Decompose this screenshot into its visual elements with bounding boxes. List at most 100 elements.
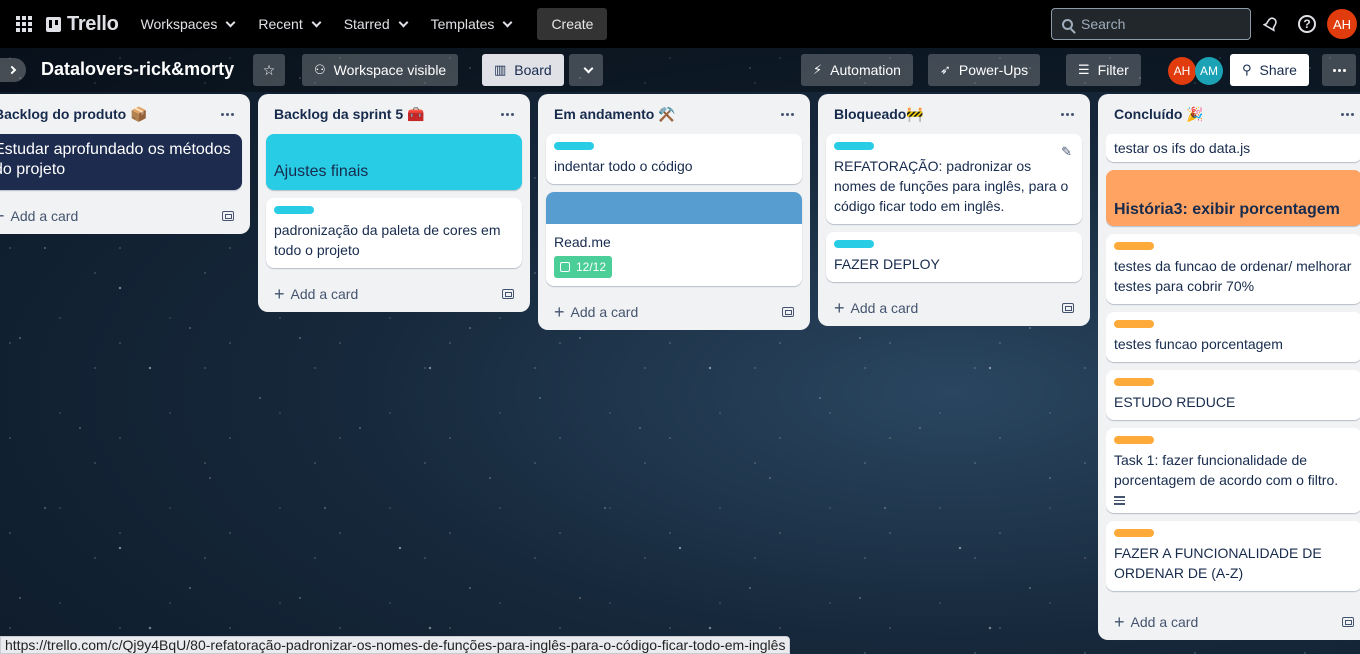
card-label[interactable] xyxy=(1114,528,1154,537)
card[interactable]: ESTUDO REDUCE xyxy=(1106,370,1360,420)
filter-button[interactable]: ☰ Filter xyxy=(1066,54,1141,86)
nav-recent[interactable]: Recent xyxy=(246,8,331,40)
list-title[interactable]: Backlog do produto 📦 xyxy=(0,106,148,123)
card-title: FAZER DEPLOY xyxy=(834,256,940,272)
plus-icon: + xyxy=(1114,612,1125,632)
card[interactable]: História3: exibir porcentagem xyxy=(1106,170,1360,226)
power-ups-button[interactable]: ➶ Power-Ups xyxy=(928,54,1041,86)
list-menu-icon[interactable] xyxy=(1061,112,1074,116)
card-template-icon[interactable] xyxy=(222,211,234,221)
card[interactable]: padronização da paleta de cores em todo … xyxy=(266,198,522,268)
checklist-icon xyxy=(560,262,570,272)
card-title: Read.me xyxy=(554,234,611,250)
card[interactable]: testes funcao porcentagem xyxy=(1106,312,1360,362)
list-concluido: Concluído 🎉 testar os ifs do data.js His… xyxy=(1098,94,1360,640)
list-menu-icon[interactable] xyxy=(221,112,234,116)
trello-logo[interactable]: Trello xyxy=(46,13,119,36)
add-card-button[interactable]: + Add a card xyxy=(826,290,1082,326)
list-menu-icon[interactable] xyxy=(501,112,514,116)
card-title: testes da funcao de ordenar/ melhorar te… xyxy=(1114,258,1352,294)
card-template-icon[interactable] xyxy=(782,307,794,317)
card-label[interactable] xyxy=(834,240,874,248)
card[interactable]: Estudar aprofundado os métodos do projet… xyxy=(0,134,242,190)
edit-pencil-icon[interactable]: ✎ xyxy=(1061,142,1072,162)
add-card-label: Add a card xyxy=(850,300,919,316)
card-template-icon[interactable] xyxy=(502,289,514,299)
card-title: FAZER A FUNCIONALIDADE DE ORDENAR DE (A-… xyxy=(1114,544,1322,581)
user-avatar[interactable]: AH xyxy=(1327,9,1357,39)
add-card-button[interactable]: + Add a card xyxy=(266,276,522,312)
add-card-button[interactable]: + Add a card xyxy=(546,294,802,330)
list-menu-icon[interactable] xyxy=(781,112,794,116)
board-view-label: Board xyxy=(514,62,552,78)
member-avatar[interactable]: AH xyxy=(1168,57,1196,85)
card-label[interactable] xyxy=(1114,378,1154,386)
chevron-down-icon xyxy=(583,63,593,73)
list-menu-icon[interactable] xyxy=(1341,112,1354,116)
card[interactable]: testes da funcao de ordenar/ melhorar te… xyxy=(1106,234,1360,304)
card-title: indentar todo o código xyxy=(554,158,693,174)
help-icon[interactable]: ? xyxy=(1295,12,1319,36)
member-avatar[interactable]: AM xyxy=(1195,57,1223,85)
list-title[interactable]: Bloqueado🚧 xyxy=(834,106,924,123)
trello-logo-icon xyxy=(46,16,61,32)
card-title: testar os ifs do data.js xyxy=(1114,140,1251,156)
search-input[interactable]: Search xyxy=(1051,8,1251,40)
card[interactable]: Task 1: fazer funcionalidade de porcenta… xyxy=(1106,428,1360,513)
app-switcher-icon[interactable] xyxy=(8,8,40,40)
card-template-icon[interactable] xyxy=(1342,617,1354,627)
create-button[interactable]: Create xyxy=(537,8,608,40)
list-title[interactable]: Backlog da sprint 5 🧰 xyxy=(274,106,424,123)
checklist-count: 12/12 xyxy=(576,260,607,274)
star-board-button[interactable]: ☆ xyxy=(253,54,285,86)
card-label[interactable] xyxy=(274,206,314,214)
list-bloqueado: Bloqueado🚧 ✎ REFATORAÇÃO: padronizar os … xyxy=(818,94,1090,326)
sidebar-expand-button[interactable] xyxy=(0,58,26,82)
nav-workspaces[interactable]: Workspaces xyxy=(129,8,247,40)
list-em-andamento: Em andamento ⚒️ indentar todo o código R… xyxy=(538,94,810,330)
board-view-button[interactable]: ▥ Board xyxy=(482,54,564,86)
add-card-button[interactable]: + Add a card xyxy=(0,198,242,234)
board-menu-button[interactable] xyxy=(1322,54,1356,86)
link-status-bar: https://trello.com/c/Qj9y4BqU/80-refator… xyxy=(0,636,791,654)
board-title[interactable]: Datalovers-rick&morty xyxy=(41,59,234,80)
add-card-label: Add a card xyxy=(290,286,359,302)
nav-starred-label: Starred xyxy=(343,16,390,32)
nav-starred[interactable]: Starred xyxy=(332,8,419,40)
chevron-down-icon xyxy=(225,17,236,27)
card[interactable]: ✎ REFATORAÇÃO: padronizar os nomes de fu… xyxy=(826,134,1082,224)
card[interactable]: testar os ifs do data.js xyxy=(1106,134,1360,162)
card-label[interactable] xyxy=(1114,436,1154,444)
nav-templates[interactable]: Templates xyxy=(419,8,524,40)
card[interactable]: FAZER DEPLOY xyxy=(826,232,1082,282)
card-label[interactable] xyxy=(1114,320,1154,328)
chevron-right-icon xyxy=(7,65,16,75)
card[interactable]: Ajustes finais xyxy=(266,134,522,190)
card[interactable]: Read.me 12/12 xyxy=(546,192,802,286)
card[interactable]: FAZER A FUNCIONALIDADE DE ORDENAR DE (A-… xyxy=(1106,520,1360,591)
add-card-label: Add a card xyxy=(10,208,79,224)
checklist-badge: 12/12 xyxy=(554,256,613,278)
add-card-label: Add a card xyxy=(570,304,639,320)
list-header: Bloqueado🚧 xyxy=(826,94,1082,134)
search-placeholder: Search xyxy=(1081,16,1126,32)
card[interactable]: indentar todo o código xyxy=(546,134,802,184)
plus-icon: + xyxy=(274,284,285,304)
list-cards-scroll[interactable]: testar os ifs do data.js História3: exib… xyxy=(1106,134,1360,604)
card-label[interactable] xyxy=(554,142,594,150)
automation-button[interactable]: ⚡ Automation xyxy=(801,54,913,86)
notifications-bell-icon[interactable] xyxy=(1259,12,1283,36)
share-button[interactable]: ⚲ Share xyxy=(1230,54,1309,86)
list-title[interactable]: Em andamento ⚒️ xyxy=(554,106,676,123)
card-label[interactable] xyxy=(834,142,874,150)
description-icon xyxy=(1114,496,1354,505)
power-ups-label: Power-Ups xyxy=(958,62,1029,78)
nav-templates-label: Templates xyxy=(430,16,495,32)
logo-text: Trello xyxy=(67,12,119,35)
visibility-button[interactable]: ⚇ Workspace visible xyxy=(302,54,459,86)
card-template-icon[interactable] xyxy=(1062,303,1074,313)
view-switcher-button[interactable] xyxy=(569,54,603,86)
list-title[interactable]: Concluído 🎉 xyxy=(1114,106,1204,123)
add-card-button[interactable]: + Add a card xyxy=(1106,604,1360,640)
card-label[interactable] xyxy=(1114,242,1154,250)
